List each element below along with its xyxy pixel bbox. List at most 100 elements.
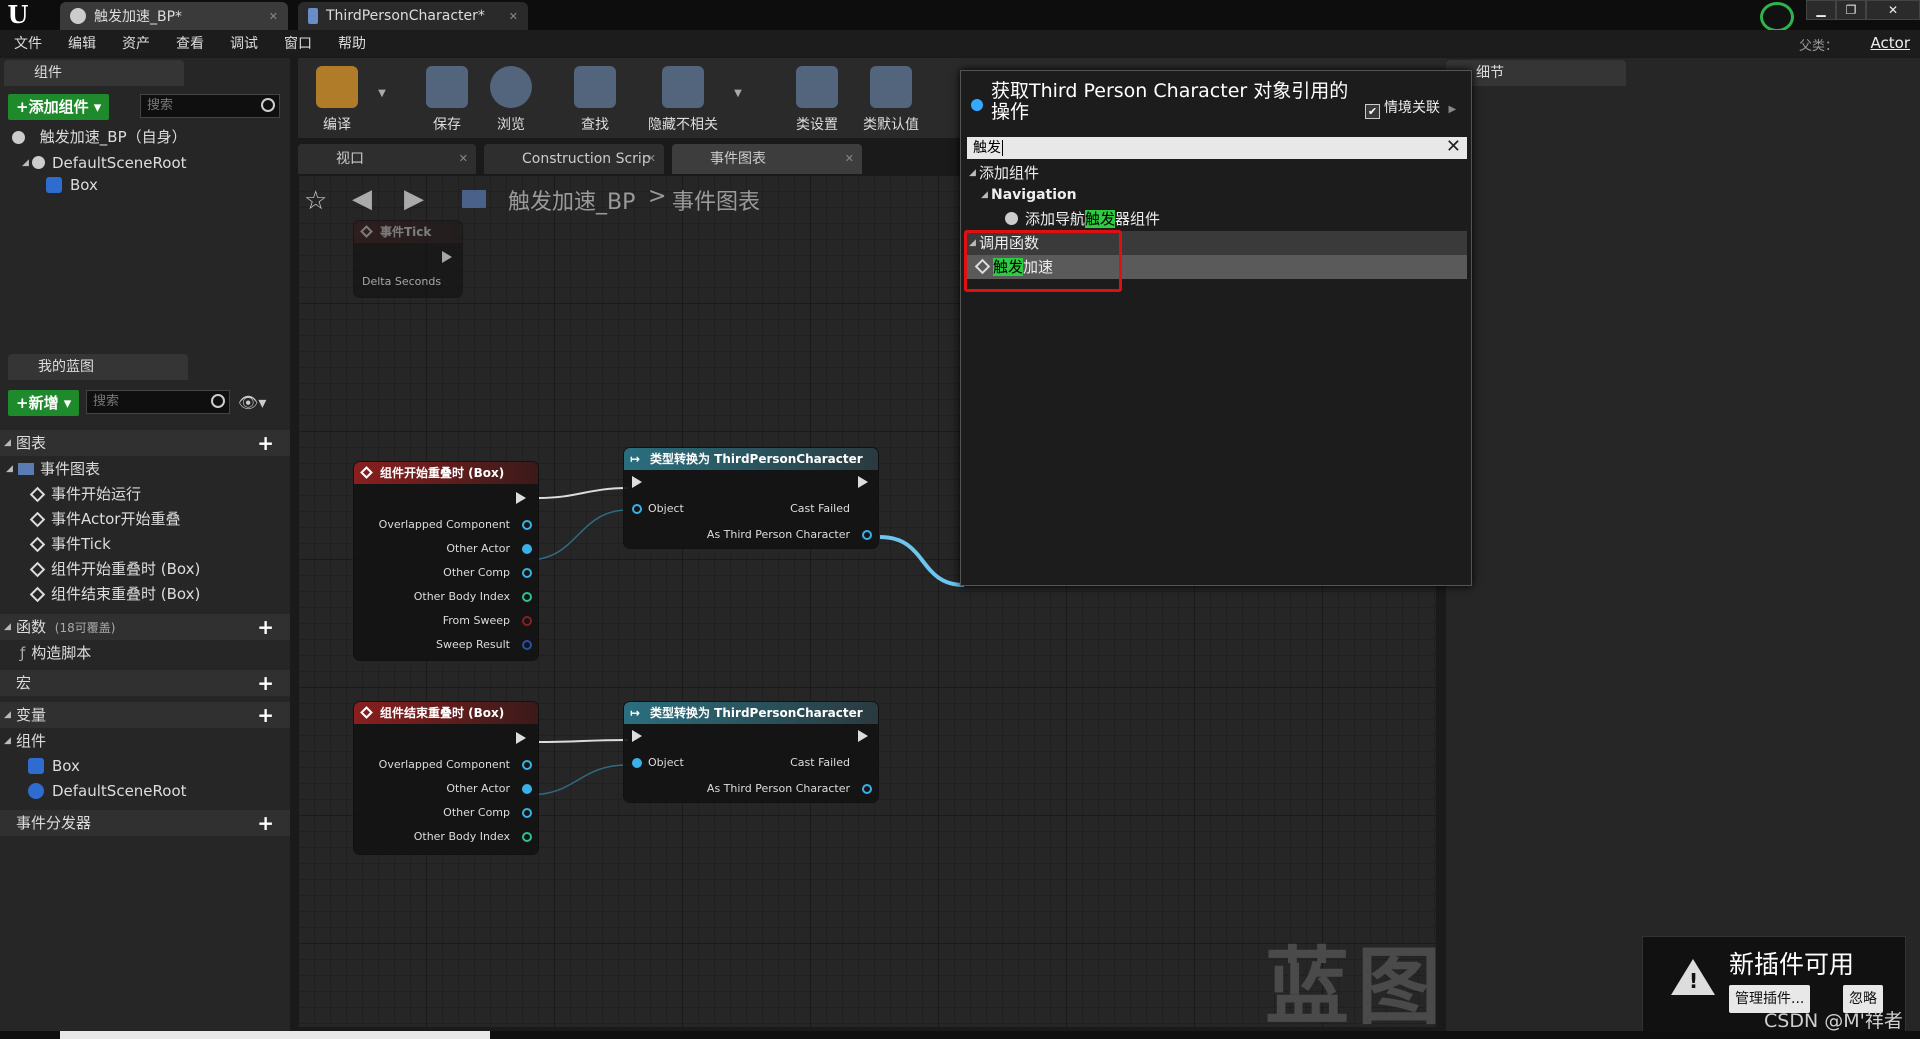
subcategory-components[interactable]: ◢ 组件	[0, 730, 290, 752]
view-options-icon[interactable]: 👁▾	[238, 393, 266, 412]
pin-dot[interactable]	[522, 520, 532, 530]
checkbox-icon[interactable]: ✔	[1365, 104, 1380, 119]
class-defaults-button[interactable]: 类默认值	[856, 58, 926, 138]
add-graph-button[interactable]: +	[257, 430, 274, 456]
compile-button[interactable]: 编译	[302, 58, 372, 138]
collapse-icon[interactable]: ◢	[4, 614, 11, 640]
pin-dot[interactable]	[522, 616, 532, 626]
tab-viewport[interactable]: 视口 ✕	[298, 144, 476, 174]
components-search-input[interactable]: 搜索	[140, 94, 280, 118]
category-navigation[interactable]: ◢ Navigation	[967, 183, 1467, 207]
menu-file[interactable]: 文件	[14, 33, 42, 53]
event-tick[interactable]: 事件Tick	[0, 533, 290, 555]
my-blueprint-tab[interactable]: 我的蓝图	[8, 354, 188, 380]
pin-dot[interactable]	[522, 760, 532, 770]
close-icon[interactable]: ✕	[459, 144, 468, 174]
close-icon[interactable]: ✕	[845, 144, 854, 174]
event-begin-play[interactable]: 事件开始运行	[0, 483, 290, 505]
menu-help[interactable]: 帮助	[338, 33, 366, 53]
as-character-pin[interactable]	[862, 530, 872, 540]
exec-out-pin[interactable]	[442, 251, 452, 263]
close-icon[interactable]: ✕	[647, 144, 656, 174]
minimize-button[interactable]: ▁	[1806, 0, 1836, 20]
collapse-icon[interactable]: ◢	[22, 152, 29, 174]
clear-search-icon[interactable]: ✕	[1446, 136, 1461, 158]
node-component-begin-overlap[interactable]: 组件开始重叠时 (Box) Overlapped Component Other…	[354, 462, 538, 660]
exec-out-pin[interactable]	[858, 476, 868, 488]
category-functions[interactable]: ◢ 函数 (18可覆盖) +	[0, 614, 290, 640]
node-cast-to-third-person-1[interactable]: ↦ 类型转换为 ThirdPersonCharacter Object Cast …	[624, 448, 878, 548]
object-pin[interactable]	[632, 758, 642, 768]
event-component-end-overlap[interactable]: 组件结束重叠时 (Box)	[0, 583, 290, 605]
pin-dot[interactable]	[522, 544, 532, 554]
menu-debug[interactable]: 调试	[230, 33, 258, 53]
self-component-item[interactable]: 触发加速_BP（自身）	[0, 126, 290, 148]
construction-script-item[interactable]: ƒ 构造脚本	[0, 642, 290, 664]
add-new-button[interactable]: +新增 ▾	[8, 390, 80, 416]
details-tab[interactable]: 细节	[1446, 60, 1626, 86]
source-control-icon[interactable]	[1760, 2, 1794, 32]
pin-dot[interactable]	[522, 784, 532, 794]
tree-item-box[interactable]: Box	[0, 174, 290, 196]
node-cast-to-third-person-2[interactable]: ↦ 类型转换为 ThirdPersonCharacter Object Cast …	[624, 702, 878, 802]
components-tab[interactable]: 组件	[4, 60, 184, 86]
hide-unrelated-button[interactable]: 隐藏不相关	[638, 58, 728, 138]
menu-view[interactable]: 查看	[176, 33, 204, 53]
variable-default-scene-root[interactable]: DefaultSceneRoot	[0, 780, 290, 802]
context-sensitive-checkbox[interactable]: ✔ 情境关联 ▶	[1365, 97, 1456, 119]
exec-out-pin[interactable]	[858, 730, 868, 742]
my-blueprint-search-input[interactable]: 搜索	[86, 390, 230, 414]
node-component-end-overlap[interactable]: 组件结束重叠时 (Box) Overlapped Component Other…	[354, 702, 538, 854]
pin-dot[interactable]	[522, 832, 532, 842]
close-icon[interactable]: ✕	[269, 10, 278, 23]
exec-in-pin[interactable]	[632, 476, 642, 488]
collapse-icon[interactable]: ◢	[4, 430, 11, 456]
browse-button[interactable]: 浏览	[476, 58, 546, 138]
tab-construction-script[interactable]: Construction Scrip ✕	[484, 144, 664, 174]
collapse-icon[interactable]: ◢	[981, 183, 988, 207]
doc-tab-third-person[interactable]: ThirdPersonCharacter* ✕	[298, 2, 528, 30]
exec-in-pin[interactable]	[632, 730, 642, 742]
add-dispatcher-button[interactable]: +	[257, 810, 274, 836]
add-component-button[interactable]: +添加组件 ▾	[8, 94, 110, 120]
forward-arrow-icon[interactable]: ▶	[404, 184, 424, 214]
tab-event-graph[interactable]: 事件图表 ✕	[672, 144, 862, 174]
event-actor-begin-overlap[interactable]: 事件Actor开始重叠	[0, 508, 290, 530]
add-macro-button[interactable]: +	[257, 670, 274, 696]
close-window-button[interactable]: ✕	[1866, 0, 1920, 20]
compile-options-dropdown[interactable]: ▼	[372, 58, 392, 138]
parent-class-link[interactable]: Actor	[1871, 34, 1910, 52]
menu-window[interactable]: 窗口	[284, 33, 312, 53]
doc-tab-trigger-bp[interactable]: 触发加速_BP* ✕	[60, 2, 288, 30]
collapse-icon[interactable]: ◢	[4, 702, 11, 728]
exec-out-pin[interactable]	[516, 732, 526, 744]
node-event-tick[interactable]: 事件Tick Delta Seconds	[354, 221, 462, 297]
maximize-button[interactable]: ❐	[1836, 0, 1866, 20]
hide-unrelated-dropdown[interactable]: ▼	[728, 58, 748, 138]
class-settings-button[interactable]: 类设置	[782, 58, 852, 138]
action-search-input[interactable]: 触发 ✕	[967, 136, 1467, 159]
pin-dot[interactable]	[522, 568, 532, 578]
back-arrow-icon[interactable]: ◀	[352, 184, 372, 214]
action-add-nav-trigger-component[interactable]: 添加导航触发器组件	[967, 207, 1467, 231]
event-component-begin-overlap[interactable]: 组件开始重叠时 (Box)	[0, 558, 290, 580]
pin-dot[interactable]	[522, 592, 532, 602]
category-add-component[interactable]: ◢ 添加组件	[967, 161, 1467, 185]
category-variables[interactable]: ◢ 变量 +	[0, 702, 290, 728]
add-function-button[interactable]: +	[257, 614, 274, 640]
exec-out-pin[interactable]	[516, 492, 526, 504]
collapse-icon[interactable]: ◢	[4, 730, 11, 752]
favorite-star-icon[interactable]: ☆	[304, 186, 327, 216]
save-button[interactable]: 保存	[412, 58, 482, 138]
as-character-pin[interactable]	[862, 784, 872, 794]
category-event-dispatchers[interactable]: 事件分发器 +	[0, 810, 290, 836]
tree-item-event-graph[interactable]: ◢ 事件图表	[0, 458, 290, 480]
find-button[interactable]: 查找	[560, 58, 630, 138]
menu-edit[interactable]: 编辑	[68, 33, 96, 53]
category-graphs[interactable]: ◢ 图表 +	[0, 430, 290, 456]
collapse-icon[interactable]: ◢	[969, 161, 976, 185]
add-variable-button[interactable]: +	[257, 702, 274, 728]
menu-asset[interactable]: 资产	[122, 33, 150, 53]
variable-box[interactable]: Box	[0, 755, 290, 777]
breadcrumb-blueprint[interactable]: 触发加速_BP	[508, 184, 635, 216]
